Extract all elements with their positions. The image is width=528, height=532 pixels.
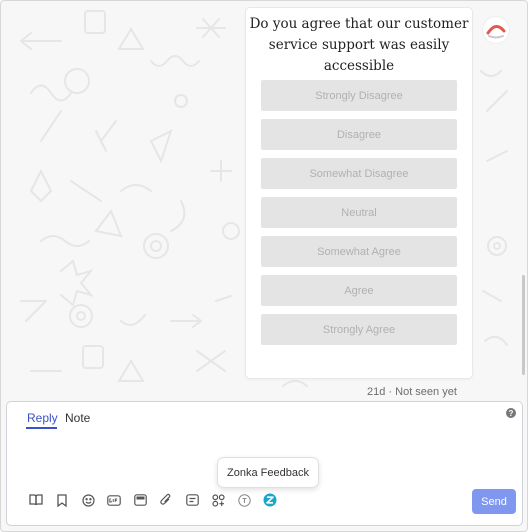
send-button[interactable]: Send bbox=[472, 489, 516, 514]
option-agree[interactable]: Agree bbox=[261, 275, 457, 306]
scrollbar-thumb[interactable] bbox=[522, 275, 525, 375]
avatar bbox=[483, 17, 509, 43]
composer-toolbar bbox=[23, 490, 283, 510]
tab-note[interactable]: Note bbox=[65, 411, 90, 425]
image-icon[interactable] bbox=[127, 490, 153, 510]
option-somewhat-disagree[interactable]: Somewhat Disagree bbox=[261, 158, 457, 189]
attachment-icon[interactable] bbox=[153, 490, 179, 510]
help-icon[interactable]: ? bbox=[506, 408, 516, 418]
avatar-logo-icon bbox=[484, 18, 508, 42]
emoji-icon[interactable] bbox=[75, 490, 101, 510]
conversation-panel: Do you agree that our customer service s… bbox=[0, 0, 528, 532]
option-somewhat-agree[interactable]: Somewhat Agree bbox=[261, 236, 457, 267]
article-icon[interactable] bbox=[179, 490, 205, 510]
zonka-feedback-icon[interactable] bbox=[257, 490, 283, 510]
option-neutral[interactable]: Neutral bbox=[261, 197, 457, 228]
zonka-feedback-tooltip: Zonka Feedback bbox=[217, 457, 319, 488]
book-icon[interactable] bbox=[23, 490, 49, 510]
option-disagree[interactable]: Disagree bbox=[261, 119, 457, 150]
gif-icon[interactable] bbox=[101, 490, 127, 510]
option-strongly-disagree[interactable]: Strongly Disagree bbox=[261, 80, 457, 111]
apps-icon[interactable] bbox=[205, 490, 231, 510]
text-format-icon[interactable] bbox=[231, 490, 257, 510]
bookmark-icon[interactable] bbox=[49, 490, 75, 510]
tab-reply[interactable]: Reply bbox=[27, 411, 58, 425]
survey-options: Strongly Disagree Disagree Somewhat Disa… bbox=[261, 80, 457, 353]
survey-card: Do you agree that our customer service s… bbox=[245, 7, 473, 379]
message-status: 21d · Not seen yet bbox=[367, 386, 457, 398]
active-tab-indicator bbox=[26, 427, 57, 429]
option-strongly-agree[interactable]: Strongly Agree bbox=[261, 314, 457, 345]
